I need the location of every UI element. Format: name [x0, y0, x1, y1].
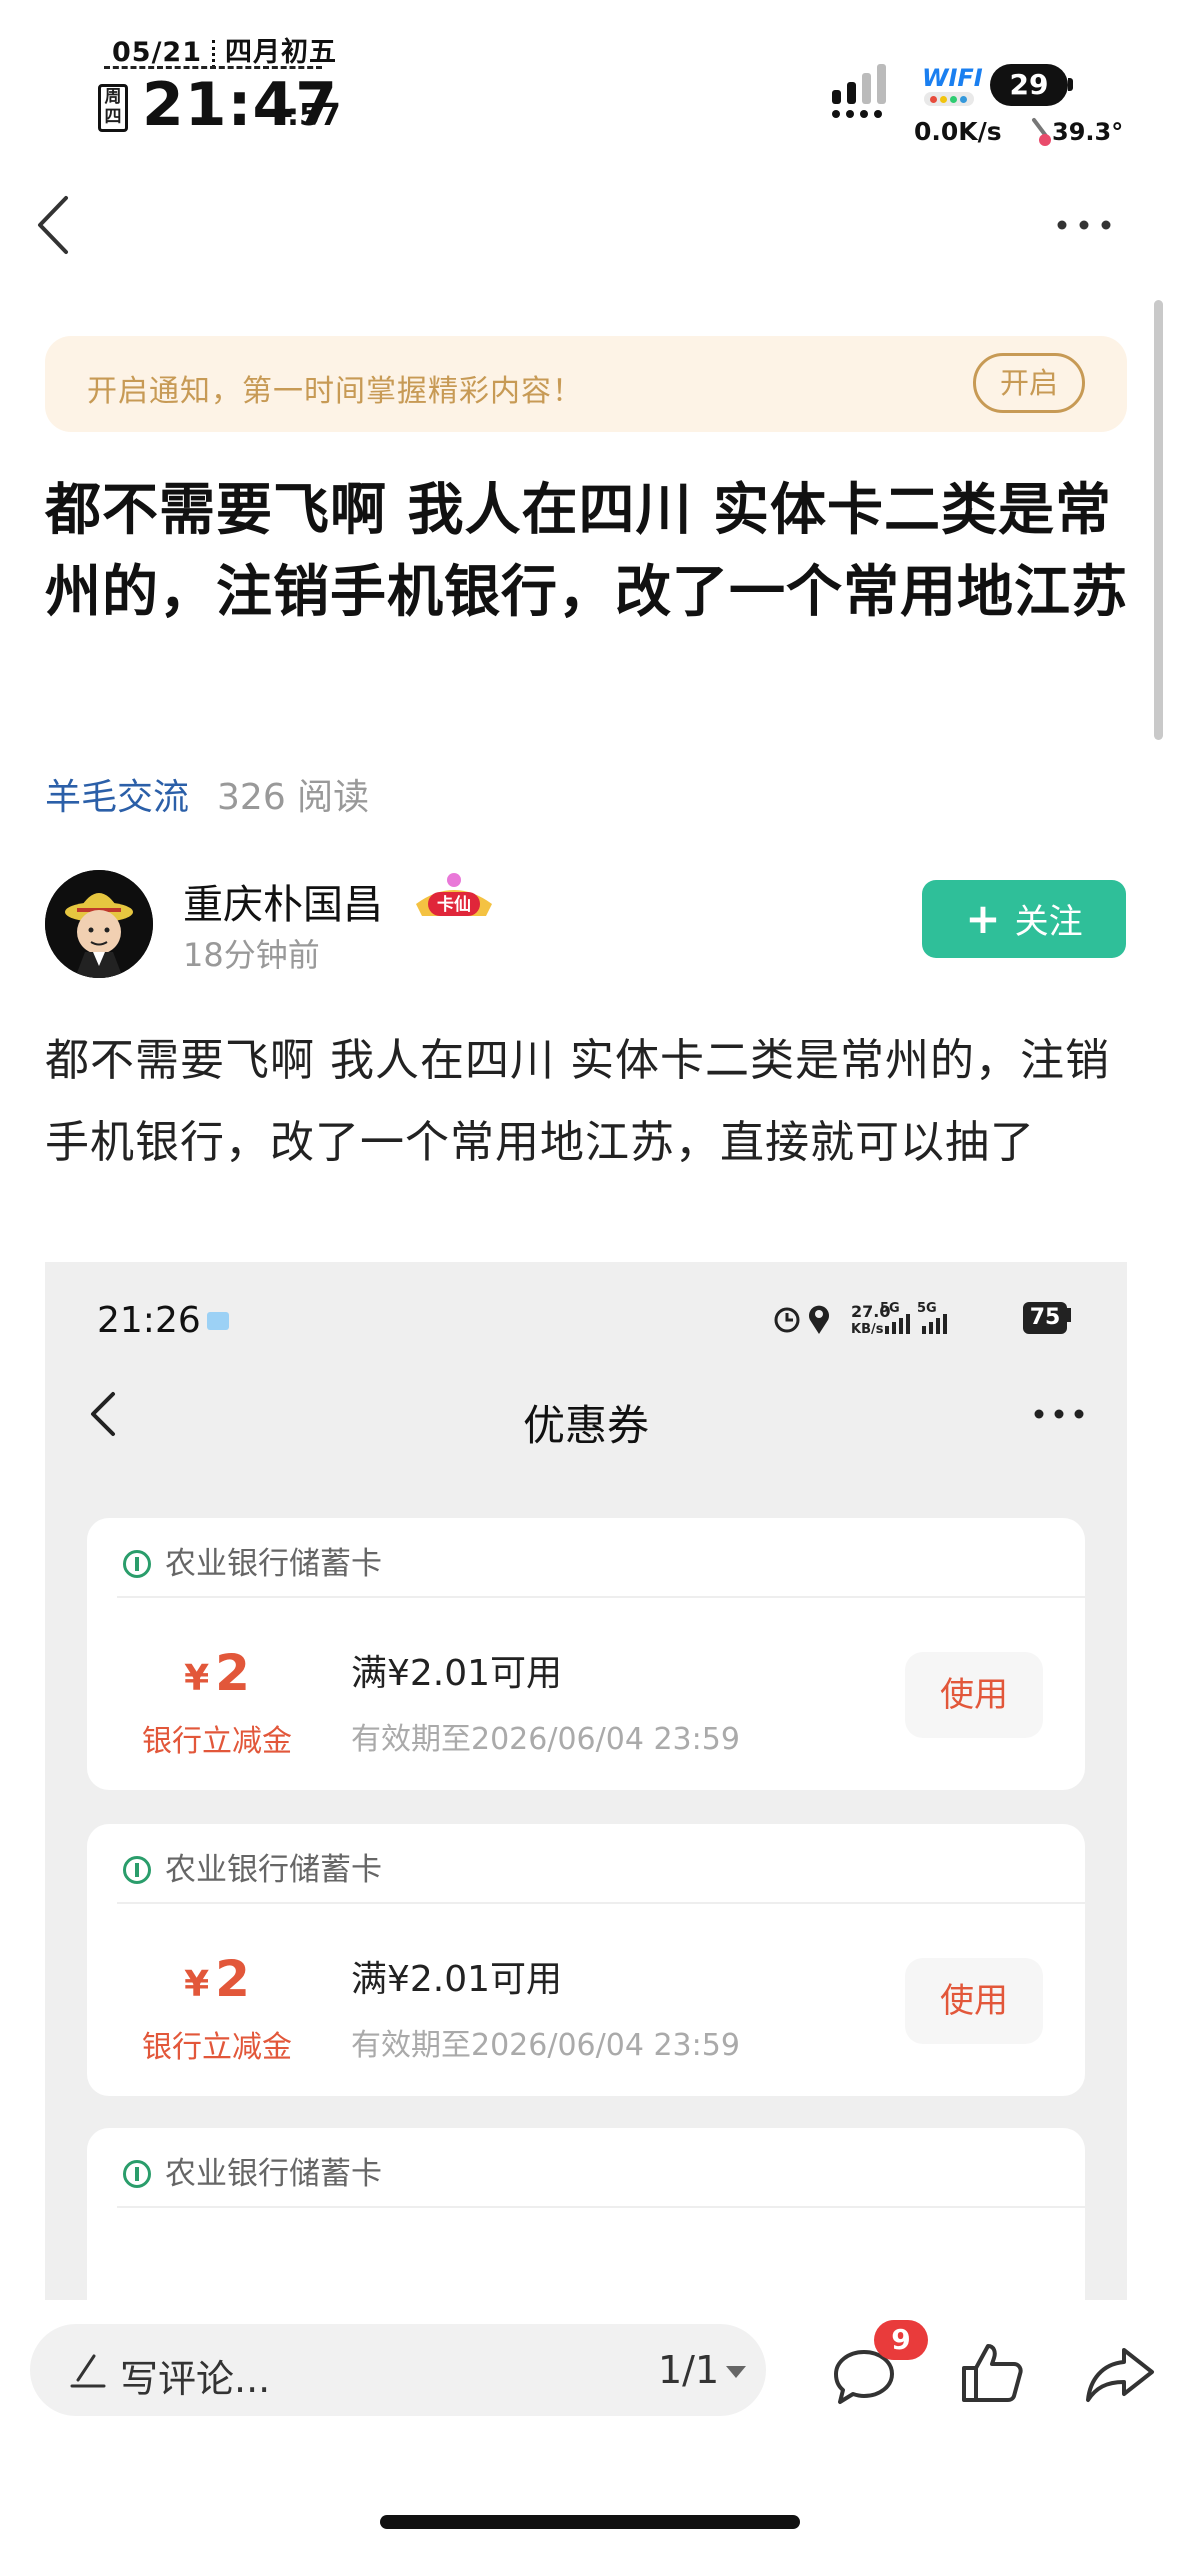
abc-bank-icon [123, 1856, 151, 1884]
image-status-time: 21:26 [97, 1300, 201, 1341]
coupon-type: 银行立减金 [142, 1724, 292, 1759]
image-status-icons: 5G 5G [774, 1301, 1071, 1334]
wifi-label: WIFI [922, 64, 983, 92]
status-seconds: :57 [287, 98, 341, 133]
image-more-icon [1034, 1409, 1084, 1419]
post-read-count: 326 阅读 [217, 777, 370, 818]
author-level-badge: 卡仙 [416, 873, 492, 916]
post-body: 都不需要飞啊 我人在四川 实体卡二类是常州的，注销手机银行，改了一个常用地江苏，… [45, 1035, 1110, 1168]
like-icon[interactable] [958, 2340, 1026, 2406]
scrollbar[interactable] [1154, 300, 1163, 740]
temperature: 39.3° [1052, 118, 1124, 146]
coupon-condition: 满¥2.01可用 [351, 1959, 563, 2000]
home-indicator[interactable] [380, 2515, 800, 2529]
post-category-link[interactable]: 羊毛交流 [45, 777, 189, 818]
notification-text: 开启通知，第一时间掌握精彩内容！ [87, 374, 583, 409]
status-date: 05/21 四月初五 [112, 37, 338, 68]
coupon-type: 银行立减金 [142, 2030, 292, 2065]
post-meta: 羊毛交流 326 阅读 [45, 768, 369, 820]
comment-input[interactable]: 写评论... 1/1 [30, 2324, 766, 2416]
coupon-divider [117, 1596, 1085, 1598]
coupon-bank: 农业银行储蓄卡 [123, 1538, 382, 1583]
alarm-icon [774, 1307, 800, 1333]
back-icon[interactable] [30, 190, 80, 260]
image-notification-icon [207, 1312, 229, 1330]
coupon-validity: 有效期至2026/06/04 23:59 [351, 2028, 740, 2063]
plus-icon: + [965, 894, 1001, 943]
abc-bank-icon [123, 1550, 151, 1578]
coupon-bank: 农业银行储蓄卡 [123, 2148, 382, 2193]
post-time: 18分钟前 [183, 936, 320, 974]
coupon-amount: ¥2 [184, 1644, 250, 1702]
coupon-use-button: 使用 [905, 1652, 1043, 1738]
coupon-use-button: 使用 [905, 1958, 1043, 2044]
share-icon[interactable] [1084, 2344, 1156, 2404]
coupon-card: 农业银行储蓄卡 [87, 2128, 1085, 2300]
enable-notification-button[interactable]: 开启 [973, 353, 1085, 413]
post-image[interactable]: 21:26 5G 5G 27.0 KB/s 75 优惠券 农业银行储蓄卡 ¥2 银… [45, 1262, 1127, 2300]
coupon-validity: 有效期至2026/06/04 23:59 [351, 1722, 740, 1757]
coupon-card: 农业银行储蓄卡 ¥2 银行立减金 满¥2.01可用 有效期至2026/06/04… [87, 1824, 1085, 2096]
comment-placeholder: 写评论... [120, 2357, 271, 2401]
wifi-status-icon [924, 92, 974, 106]
more-dots-icon[interactable] [1054, 205, 1114, 245]
avatar-image [45, 870, 153, 978]
page-indicator[interactable]: 1/1 [658, 2348, 719, 2392]
battery-tip [1068, 78, 1073, 91]
post-title: 都不需要飞啊 我人在四川 实体卡二类是常州的，注销手机银行，改了一个常用地江苏 [45, 478, 1128, 625]
author-name[interactable]: 重庆朴国昌 [183, 872, 383, 930]
svg-text:5G: 5G [917, 1301, 937, 1316]
image-battery: 75 [1023, 1302, 1067, 1334]
image-net-speed: 27.0 KB/s [851, 1302, 891, 1338]
coupon-card: 农业银行储蓄卡 ¥2 银行立减金 满¥2.01可用 有效期至2026/06/04… [87, 1518, 1085, 1790]
caret-down-icon[interactable] [726, 2366, 746, 2378]
comment-count-badge: 9 [874, 2320, 928, 2360]
battery-indicator: 29 [990, 64, 1068, 106]
author-badge-text: 卡仙 [437, 894, 471, 915]
follow-label: 关注 [1014, 902, 1083, 942]
cellular-signal-icon [832, 64, 886, 118]
pen-icon [70, 2354, 106, 2388]
status-date-rule [104, 66, 322, 69]
thermometer-icon [1032, 118, 1051, 146]
coupon-bank: 农业银行储蓄卡 [123, 1844, 382, 1889]
location-icon [809, 1305, 829, 1334]
coupon-condition: 满¥2.01可用 [351, 1653, 563, 1694]
coupon-amount: ¥2 [184, 1950, 250, 2008]
image-page-title: 优惠券 [522, 1401, 649, 1450]
notification-banner: 开启通知，第一时间掌握精彩内容！ 开启 [45, 336, 1127, 432]
status-bar: 05/21 四月初五 周四 21:47 :57 WIFI 29 0.0K/s 39… [0, 0, 1179, 160]
status-weekday: 周四 [98, 84, 128, 132]
abc-bank-icon [123, 2160, 151, 2188]
author-avatar[interactable] [45, 870, 153, 978]
coupon-divider [117, 2206, 1085, 2208]
network-speed: 0.0K/s [914, 117, 1002, 146]
coupon-divider [117, 1902, 1085, 1904]
follow-button[interactable]: + 关注 [922, 880, 1126, 958]
